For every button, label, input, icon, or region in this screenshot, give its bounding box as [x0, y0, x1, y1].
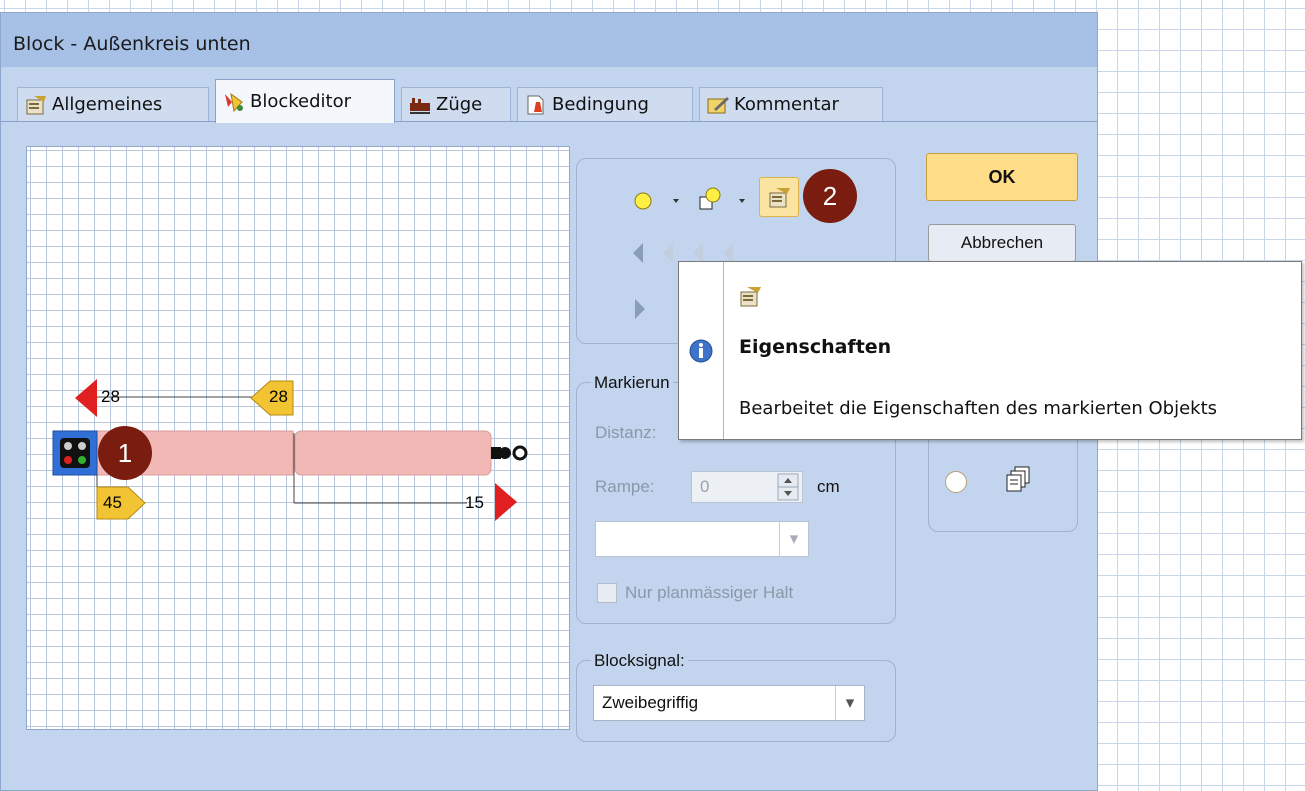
marker-value-15: 15	[465, 493, 484, 512]
arrow-left-icon-2	[663, 243, 673, 263]
properties-icon	[24, 94, 48, 116]
chevron-down-icon: ▾	[835, 686, 864, 720]
markierung-label: Markierun	[591, 373, 673, 393]
cancel-button[interactable]: Abbrechen	[928, 224, 1076, 262]
arrow-right-icon	[635, 299, 645, 319]
chevron-down-icon	[673, 199, 679, 203]
tab-label: Kommentar	[734, 94, 839, 115]
tab-zuege[interactable]: Züge	[401, 87, 511, 121]
ok-button[interactable]: OK	[926, 153, 1078, 201]
rampe-spinner[interactable]	[777, 473, 799, 501]
block-editor-canvas[interactable]: 28 28 45 15 1	[26, 146, 570, 730]
marker-value-45: 45	[103, 493, 122, 512]
chevron-down-icon-2	[739, 199, 745, 203]
rampe-unit: cm	[817, 477, 840, 496]
arrow-left-icon-3	[693, 243, 703, 263]
tab-bedingung[interactable]: Bedingung	[517, 87, 693, 121]
markierung-select[interactable]: ▾	[595, 521, 809, 557]
tab-kommentar[interactable]: Kommentar	[699, 87, 883, 121]
tooltip: Eigenschaften Bearbeitet die Eigenschaft…	[678, 261, 1302, 440]
blocksignal-group: Blocksignal: Zweibegriffig ▾	[576, 651, 896, 742]
info-icon	[689, 339, 713, 363]
tab-label: Blockeditor	[250, 91, 352, 112]
tab-label: Bedingung	[552, 94, 649, 115]
copy-pages-icon[interactable]	[1005, 465, 1035, 495]
blocksignal-label: Blocksignal:	[591, 651, 688, 671]
circle-tool-icon	[634, 192, 652, 210]
block-section-right[interactable]	[294, 430, 492, 476]
nur-planmaessig-label: Nur planmässiger Halt	[625, 583, 794, 602]
properties-icon	[740, 287, 761, 307]
trains-icon	[408, 94, 432, 116]
red-marker-right-icon	[495, 483, 517, 521]
option-radio[interactable]	[945, 471, 967, 493]
nur-planmaessig-checkbox[interactable]	[597, 583, 617, 603]
tooltip-description: Bearbeitet die Eigenschaften des markier…	[739, 398, 1218, 419]
comment-icon	[706, 94, 730, 116]
tab-divider	[1, 121, 1097, 122]
callout-1: 1	[98, 426, 152, 480]
arrow-left-icon	[633, 243, 643, 263]
tab-label: Züge	[436, 94, 483, 115]
title-bar: Block - Außenkreis unten	[1, 13, 1097, 67]
window-title: Block - Außenkreis unten	[13, 33, 251, 55]
callout-2: 2	[803, 169, 857, 223]
block-editor-icon	[222, 91, 246, 113]
blocksignal-select[interactable]: Zweibegriffig ▾	[593, 685, 865, 721]
rampe-label: Rampe:	[595, 477, 655, 496]
tooltip-title: Eigenschaften	[739, 336, 892, 358]
tab-label: Allgemeines	[52, 94, 163, 115]
condition-icon	[524, 94, 548, 116]
tab-blockeditor[interactable]: Blockeditor	[215, 79, 395, 123]
red-marker-left-icon	[75, 379, 97, 417]
properties-button[interactable]	[759, 177, 799, 217]
distanz-label: Distanz:	[595, 423, 657, 442]
chevron-down-icon: ▾	[779, 522, 808, 556]
marker-value-28-left: 28	[101, 387, 120, 406]
properties-icon	[769, 188, 790, 208]
marker-value-28-right: 28	[269, 387, 288, 406]
tab-allgemeines[interactable]: Allgemeines	[17, 87, 209, 121]
arrow-left-icon-4	[723, 243, 733, 263]
